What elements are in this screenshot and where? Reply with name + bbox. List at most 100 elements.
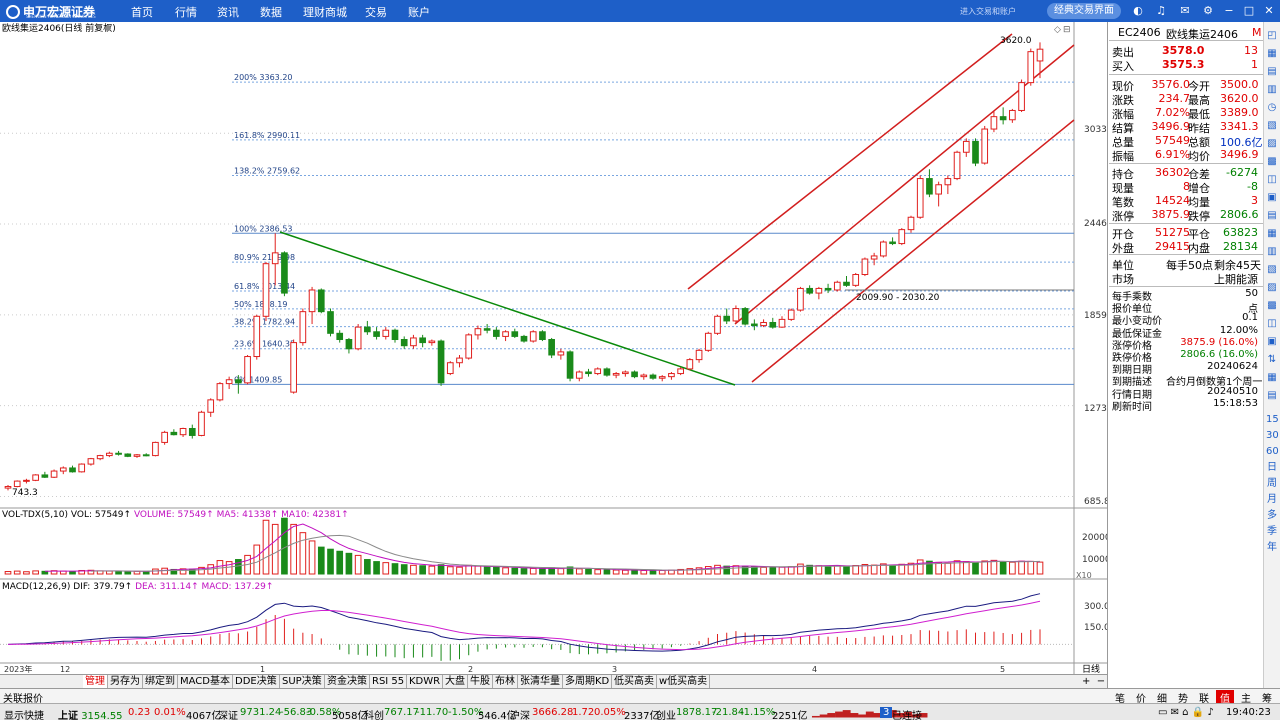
period-3[interactable]: 日 (1266, 462, 1278, 474)
period-2[interactable]: 60 (1266, 446, 1279, 458)
candle[interactable] (198, 410, 205, 437)
tool-icon-6[interactable]: ▨ (1266, 138, 1278, 150)
candle[interactable] (529, 330, 537, 343)
candle[interactable] (465, 333, 473, 360)
candle[interactable] (898, 228, 906, 246)
tab-rsi[interactable]: RSI 55 (370, 675, 408, 688)
period-0[interactable]: 15 (1266, 414, 1279, 426)
candle[interactable] (714, 314, 721, 335)
period-7[interactable]: 季 (1266, 526, 1278, 538)
candle[interactable] (446, 361, 454, 376)
nav-news[interactable]: 资讯 (217, 4, 239, 20)
tab-low-buy[interactable]: 低买高卖 (612, 675, 657, 688)
candle[interactable] (548, 337, 555, 359)
period-4[interactable]: 周 (1266, 478, 1278, 490)
candle[interactable] (861, 257, 869, 277)
nav-wealth-mall[interactable]: 理财商城 (303, 4, 347, 20)
nav-data[interactable]: 数据 (260, 4, 282, 20)
candle[interactable] (631, 370, 638, 379)
tab-manage[interactable]: 管理 (83, 675, 108, 688)
period-label[interactable]: 日线 (1082, 663, 1100, 674)
candle[interactable] (833, 280, 841, 292)
tool-icon-16[interactable]: ◫ (1266, 318, 1278, 330)
tab-macd[interactable]: MACD基本 (178, 675, 233, 688)
tool-icon-8[interactable]: ◫ (1266, 174, 1278, 186)
tool-icon-3[interactable]: ▥ (1266, 84, 1278, 96)
tool-icon-4[interactable]: ◷ (1266, 102, 1278, 114)
period-1[interactable]: 30 (1266, 430, 1279, 442)
maximize-icon[interactable]: □ (1242, 4, 1256, 18)
tool-icon-9[interactable]: ▣ (1266, 192, 1278, 204)
candle[interactable] (520, 334, 528, 343)
tool-icon-12[interactable]: ▥ (1266, 246, 1278, 258)
candle[interactable] (852, 272, 860, 287)
classic-trade-button[interactable]: 经典交易界面 (1047, 3, 1121, 19)
user-hint[interactable]: 进入交易和账户 (960, 6, 1016, 17)
gear-icon[interactable]: ⚙ (1201, 4, 1215, 18)
brand-logo[interactable]: 申万宏源证券 SHENWAN HONGYUAN SECURITIES (6, 3, 96, 20)
candle[interactable] (327, 308, 334, 337)
candle[interactable] (262, 262, 270, 321)
diamond-icon[interactable]: ◇ (1054, 25, 1061, 35)
minimize-icon[interactable]: − (1222, 4, 1236, 18)
candle[interactable] (704, 331, 712, 352)
candle[interactable] (124, 453, 132, 458)
candle[interactable] (953, 150, 961, 181)
nav-trade[interactable]: 交易 (365, 4, 387, 20)
candle[interactable] (354, 324, 362, 351)
tab-zqh[interactable]: 张清华量 (518, 675, 563, 688)
candle[interactable] (299, 308, 307, 346)
tool-icon-15[interactable]: ▩ (1266, 300, 1278, 312)
panel-toggle-icon[interactable]: ⊟ (1063, 25, 1071, 35)
candle[interactable] (787, 308, 795, 321)
tool-icon-7[interactable]: ▩ (1266, 156, 1278, 168)
status-icons[interactable]: ▭ ✉ ⌂ 🔒 ♪ (1158, 707, 1214, 718)
candle[interactable] (50, 469, 58, 479)
candle[interactable] (603, 367, 611, 377)
tab-fund[interactable]: 资金决策 (325, 675, 370, 688)
candle[interactable] (566, 350, 574, 382)
tab-bull[interactable]: 牛股 (468, 675, 493, 688)
candle[interactable] (290, 339, 297, 394)
chart-settings-icon[interactable] (105, 25, 111, 31)
zoom-out-icon[interactable]: − (1097, 676, 1105, 687)
period-5[interactable]: 月 (1266, 494, 1278, 506)
candle[interactable] (152, 441, 159, 457)
mail-icon[interactable]: ✉ (1178, 4, 1192, 18)
tool-icon-20[interactable]: ▤ (1266, 390, 1278, 402)
tab-kdwr[interactable]: KDWR (407, 675, 444, 688)
tool-icon-5[interactable]: ▧ (1266, 120, 1278, 132)
tab-dde[interactable]: DDE决策 (233, 675, 280, 688)
tab-w-low-buy[interactable]: w低买高卖 (657, 675, 711, 688)
candle[interactable] (916, 175, 924, 219)
tab-boll[interactable]: 布林 (493, 675, 518, 688)
candle[interactable] (244, 354, 251, 385)
candle[interactable] (13, 480, 21, 488)
close-icon[interactable]: ✕ (1262, 4, 1276, 18)
tab-sup[interactable]: SUP决策 (280, 675, 325, 688)
candle[interactable] (594, 367, 602, 376)
tab-bind-to[interactable]: 绑定到 (143, 675, 178, 688)
candle[interactable] (161, 430, 168, 445)
candle[interactable] (253, 314, 261, 360)
tool-icon-0[interactable]: ◰ (1266, 30, 1278, 42)
headset-icon[interactable]: ♫ (1154, 4, 1168, 18)
candle[interactable] (972, 138, 979, 167)
candle[interactable] (981, 125, 989, 165)
candle[interactable] (1027, 48, 1035, 86)
candle[interactable] (686, 358, 694, 371)
tool-icon-18[interactable]: ⇅ (1266, 354, 1278, 366)
period-6[interactable]: 多 (1266, 510, 1278, 522)
period-8[interactable]: 年 (1266, 542, 1278, 554)
candle[interactable] (1018, 79, 1025, 113)
nav-account[interactable]: 账户 (408, 4, 430, 20)
nav-home[interactable]: 首页 (131, 4, 153, 20)
candle[interactable] (281, 251, 288, 297)
tool-icon-17[interactable]: ▣ (1266, 336, 1278, 348)
tool-icon-13[interactable]: ▧ (1266, 264, 1278, 276)
candle[interactable] (677, 367, 684, 376)
tab-multi-kd[interactable]: 多周期KD (563, 675, 613, 688)
candle[interactable] (880, 240, 887, 258)
tab-market[interactable]: 大盘 (443, 675, 468, 688)
candle[interactable] (539, 330, 546, 342)
